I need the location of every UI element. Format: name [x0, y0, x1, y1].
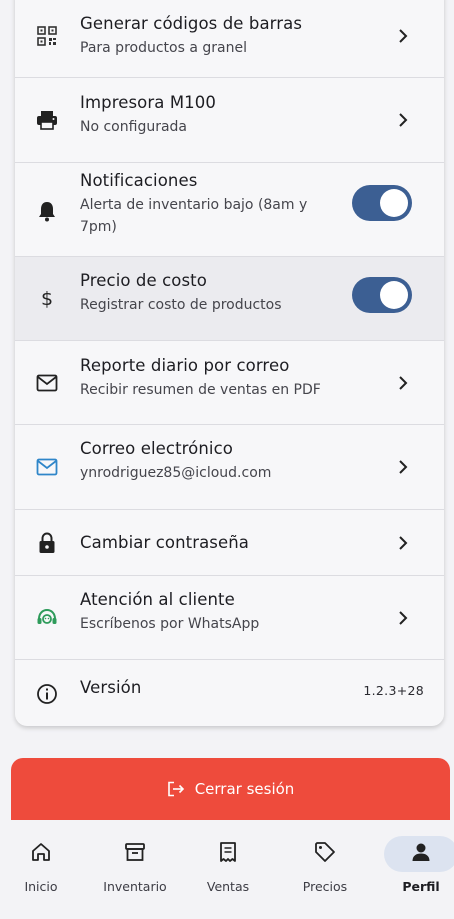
settings-item-subtitle: Escríbenos por WhatsApp	[80, 616, 260, 632]
support-agent-icon	[35, 606, 59, 630]
home-icon	[28, 839, 54, 865]
settings-item-notifications[interactable]: Notificaciones Alerta de inventario bajo…	[15, 163, 444, 257]
nav-item-precios[interactable]: Precios	[280, 820, 370, 919]
settings-item-barcodes[interactable]: Generar códigos de barras Para productos…	[15, 0, 444, 78]
nav-label: Precios	[302, 879, 348, 894]
settings-item-version: Versión 1.2.3+28	[15, 660, 444, 726]
nav-label: Inventario	[103, 879, 167, 894]
settings-item-title: Notificaciones	[80, 171, 198, 190]
settings-item-cost-price[interactable]: $ Precio de costo Registrar costo de pro…	[15, 257, 444, 341]
settings-item-daily-report[interactable]: Reporte diario por correo Recibir resume…	[15, 341, 444, 425]
settings-item-customer-support[interactable]: Atención al cliente Escríbenos por Whats…	[15, 576, 444, 660]
bell-icon	[35, 199, 59, 223]
cost-price-toggle[interactable]	[352, 277, 412, 313]
settings-item-title: Precio de costo	[80, 271, 207, 290]
logout-label: Cerrar sesión	[194, 780, 295, 798]
nav-item-inicio[interactable]: Inicio	[0, 820, 86, 919]
chevron-right-icon	[396, 113, 410, 127]
toggle-knob	[380, 281, 408, 309]
nav-item-ventas[interactable]: Ventas	[183, 820, 273, 919]
toggle-knob	[380, 189, 408, 217]
settings-item-title: Correo electrónico	[80, 439, 233, 458]
settings-item-title: Impresora M100	[80, 93, 216, 112]
mail-icon	[35, 371, 59, 395]
logout-icon	[167, 781, 185, 797]
settings-item-title: Generar códigos de barras	[80, 14, 303, 33]
nav-label: Inicio	[24, 879, 58, 894]
settings-item-change-password[interactable]: Cambiar contraseña	[15, 510, 444, 576]
settings-item-subtitle: Registrar costo de productos	[80, 297, 282, 313]
archive-icon	[122, 839, 148, 865]
notifications-toggle[interactable]	[352, 185, 412, 221]
chevron-right-icon	[396, 376, 410, 390]
settings-item-email[interactable]: Correo electrónico ynrodriguez85@icloud.…	[15, 425, 444, 510]
logout-button[interactable]: Cerrar sesión	[11, 758, 450, 820]
tag-icon	[312, 839, 338, 865]
settings-item-subtitle: Alerta de inventario bajo (8am y 7pm)	[80, 197, 308, 235]
settings-item-subtitle: ynrodriguez85@icloud.com	[80, 465, 272, 481]
settings-item-subtitle: Recibir resumen de ventas en PDF	[80, 382, 321, 398]
settings-item-title: Cambiar contraseña	[80, 533, 250, 552]
person-icon	[408, 839, 434, 865]
receipt-icon	[215, 839, 241, 865]
nav-label: Perfil	[402, 879, 440, 894]
mail-blue-icon	[35, 455, 59, 479]
printer-icon	[35, 108, 59, 132]
bottom-navigation: Inicio Inventario Ventas Precios Perfil	[0, 820, 454, 919]
qr-code-icon	[35, 24, 59, 48]
lock-icon	[35, 531, 59, 555]
nav-item-inventario[interactable]: Inventario	[90, 820, 180, 919]
settings-card: Generar códigos de barras Para productos…	[15, 0, 444, 726]
settings-item-title: Versión	[80, 678, 142, 697]
chevron-right-icon	[396, 460, 410, 474]
settings-item-subtitle: Para productos a granel	[80, 40, 247, 56]
info-icon	[35, 682, 59, 706]
chevron-right-icon	[396, 611, 410, 625]
nav-item-perfil[interactable]: Perfil	[376, 820, 454, 919]
settings-item-printer[interactable]: Impresora M100 No configurada	[15, 78, 444, 163]
settings-item-subtitle: No configurada	[80, 119, 188, 135]
settings-item-title: Atención al cliente	[80, 590, 235, 609]
chevron-right-icon	[396, 536, 410, 550]
nav-label: Ventas	[206, 879, 250, 894]
settings-item-title: Reporte diario por correo	[80, 356, 290, 375]
dollar-icon: $	[40, 288, 54, 310]
chevron-right-icon	[396, 29, 410, 43]
version-number: 1.2.3+28	[363, 683, 424, 698]
